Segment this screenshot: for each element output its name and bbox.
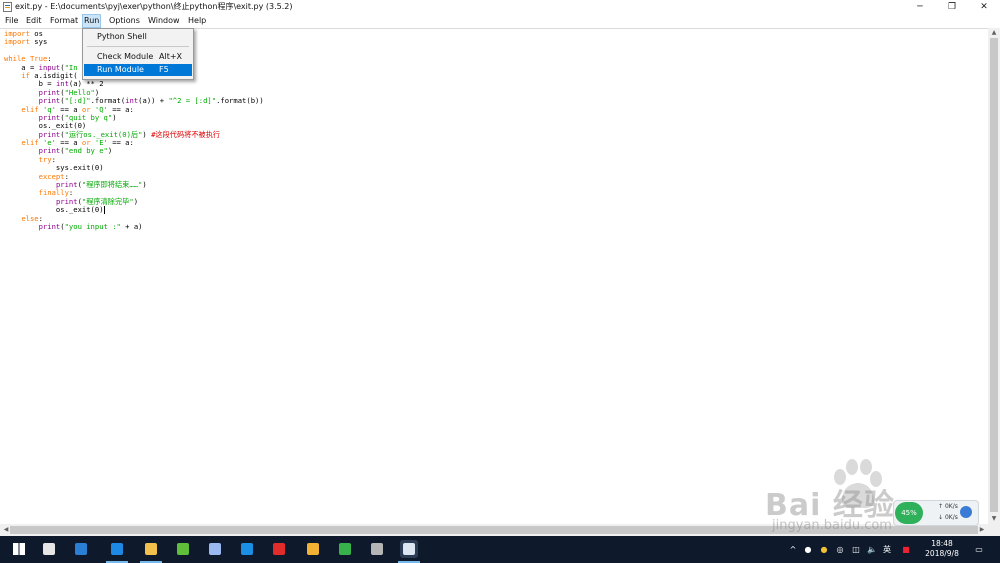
vertical-scroll-thumb[interactable] bbox=[990, 38, 998, 512]
upload-speed: ↑ 0K/s bbox=[938, 503, 958, 510]
app-yellow-icon[interactable] bbox=[304, 540, 322, 558]
window-title: exit.py - E:\documents\pyj\exer\python\终… bbox=[15, 2, 293, 11]
edge-browser-icon[interactable] bbox=[108, 540, 126, 558]
ime-indicator[interactable]: 英 bbox=[880, 536, 894, 563]
maximize-button[interactable]: ❐ bbox=[938, 0, 966, 14]
menu-run[interactable]: Run bbox=[81, 14, 102, 28]
code-line[interactable]: print("you input :" + a) bbox=[4, 222, 264, 231]
action-center-icon[interactable]: ▭ bbox=[972, 536, 986, 563]
menu-options[interactable]: Options bbox=[108, 15, 141, 27]
ie-browser-icon[interactable] bbox=[72, 540, 90, 558]
download-speed: ↓ 0K/s bbox=[938, 514, 958, 521]
menu-bar: File Edit Format Run Options Window Help bbox=[0, 14, 1000, 28]
clock[interactable]: 18:48 2018/9/8 bbox=[918, 539, 966, 559]
clock-date: 2018/9/8 bbox=[925, 549, 959, 558]
qq-icon[interactable] bbox=[238, 540, 256, 558]
menu-help[interactable]: Help bbox=[187, 15, 207, 27]
wechat-like-icon[interactable] bbox=[174, 540, 192, 558]
taskbar: ^ ● ● ◎ ◫ 🔈 英 ■ 18:48 2018/9/8 ▭ bbox=[0, 536, 1000, 563]
app-terminal-icon[interactable] bbox=[368, 540, 386, 558]
text-cursor bbox=[103, 206, 105, 215]
title-bar: exit.py - E:\documents\pyj\exer\python\终… bbox=[0, 0, 1000, 14]
scroll-down-icon[interactable]: ▼ bbox=[988, 514, 1000, 524]
file-icon bbox=[3, 2, 12, 12]
app-red-icon[interactable] bbox=[270, 540, 288, 558]
vertical-scrollbar[interactable]: ▲ ▼ bbox=[988, 28, 1000, 524]
tray-app-icon[interactable]: ● bbox=[802, 536, 814, 563]
tray-tool-icon[interactable]: ◎ bbox=[834, 536, 846, 563]
scroll-up-icon[interactable]: ▲ bbox=[988, 28, 1000, 38]
network-icon[interactable]: ◫ bbox=[850, 536, 862, 563]
menu-item-run-module[interactable]: Run Module F5 bbox=[84, 64, 192, 76]
file-explorer-icon[interactable] bbox=[142, 540, 160, 558]
menu-format[interactable]: Format bbox=[49, 15, 79, 27]
network-speed-widget[interactable]: 45% ↑ 0K/s ↓ 0K/s bbox=[893, 500, 979, 526]
app-bird-icon[interactable] bbox=[206, 540, 224, 558]
scroll-right-icon[interactable]: ▶ bbox=[976, 525, 988, 535]
code-editor[interactable]: import os import sys while True: a = input… bbox=[0, 28, 988, 525]
menu-file[interactable]: File bbox=[4, 15, 19, 27]
menu-separator bbox=[87, 46, 189, 47]
code-line[interactable]: os._exit(0) bbox=[4, 206, 264, 215]
minimize-button[interactable]: ─ bbox=[906, 0, 934, 14]
show-hidden-icons-icon[interactable]: ^ bbox=[788, 536, 798, 563]
menu-item-check-module[interactable]: Check Module Alt+X bbox=[84, 51, 192, 63]
menu-edit[interactable]: Edit bbox=[25, 15, 43, 27]
menu-item-python-shell[interactable]: Python Shell bbox=[84, 31, 192, 43]
ime-app-icon[interactable]: ■ bbox=[900, 536, 912, 563]
tray-security-icon[interactable]: ● bbox=[818, 536, 830, 563]
app-pinwheel-icon[interactable] bbox=[40, 540, 58, 558]
memory-percent: 45% bbox=[895, 502, 923, 524]
watermark-url: jingyan.baidu.com bbox=[772, 518, 892, 533]
app-green-icon[interactable] bbox=[336, 540, 354, 558]
python-idle-icon[interactable] bbox=[400, 540, 418, 558]
clock-time: 18:48 bbox=[931, 539, 953, 548]
start-button-icon[interactable] bbox=[10, 540, 28, 558]
close-button[interactable]: ✕ bbox=[970, 0, 998, 14]
run-menu-dropdown: Python Shell Check Module Alt+X Run Modu… bbox=[82, 28, 194, 80]
menu-window[interactable]: Window bbox=[147, 15, 181, 27]
accelerate-icon[interactable] bbox=[960, 506, 972, 518]
volume-icon[interactable]: 🔈 bbox=[866, 536, 878, 563]
scrollbar-corner bbox=[988, 524, 1000, 536]
